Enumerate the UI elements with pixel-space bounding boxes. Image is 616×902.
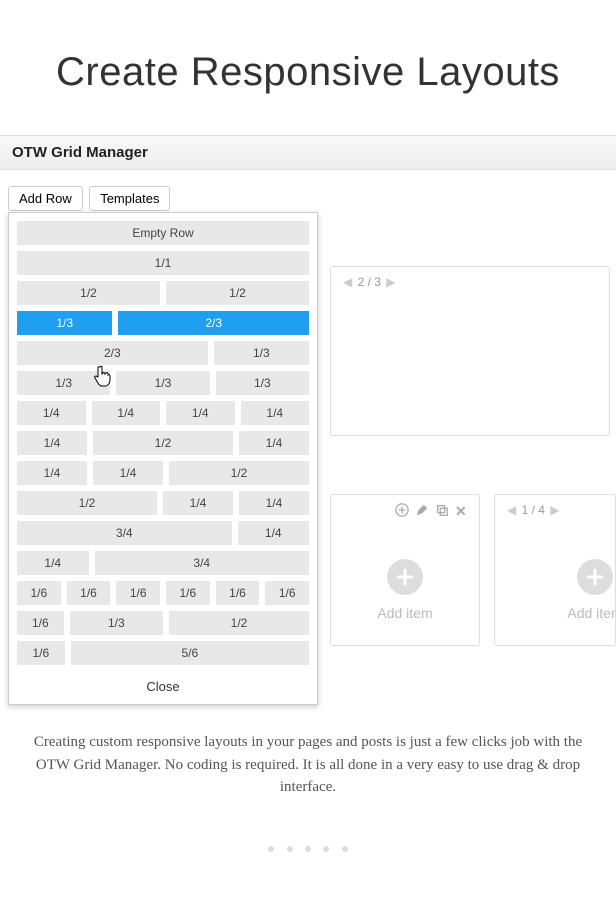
row-option-col[interactable]: 1/6 — [17, 581, 61, 605]
pencil-icon[interactable] — [415, 503, 429, 517]
add-item-button-2[interactable] — [577, 559, 613, 595]
row-option-col[interactable]: 1/4 — [241, 401, 310, 425]
row-option-col[interactable]: 1/3 — [17, 371, 110, 395]
row-option-col[interactable]: 1/6 — [17, 611, 64, 635]
add-row-dropdown: Empty Row 1/11/21/21/32/32/31/31/31/31/3… — [8, 212, 318, 705]
row-option-col[interactable]: 1/4 — [17, 401, 86, 425]
card-pager[interactable]: ◀ 2 / 3 ▶ — [341, 275, 398, 289]
dot[interactable] — [287, 846, 293, 852]
row-option-col[interactable]: 1/4 — [17, 461, 87, 485]
row-option-col[interactable]: 3/4 — [95, 551, 310, 575]
row-option-col[interactable]: 3/4 — [17, 521, 232, 545]
templates-tab[interactable]: Templates — [89, 186, 170, 211]
row-option-col[interactable]: 1/4 — [166, 401, 235, 425]
add-row-tab[interactable]: Add Row — [8, 186, 83, 211]
next-icon[interactable]: ▶ — [550, 503, 559, 517]
prev-icon[interactable]: ◀ — [343, 275, 352, 289]
prev-icon[interactable]: ◀ — [507, 503, 516, 517]
row-option-col[interactable]: 1/3 — [116, 371, 209, 395]
grid-card-1: ◀ 2 / 3 ▶ — [330, 266, 610, 436]
add-item-label-2: Add item — [567, 605, 616, 621]
copy-icon[interactable] — [435, 503, 449, 517]
carousel-dots[interactable] — [0, 839, 616, 857]
hero-title: Create Responsive Layouts — [0, 50, 616, 95]
dot[interactable] — [305, 846, 311, 852]
dot[interactable] — [342, 846, 348, 852]
row-option-col[interactable]: 2/3 — [17, 341, 208, 365]
row-option-col[interactable]: 1/4 — [92, 401, 161, 425]
plus-circle-icon[interactable] — [395, 503, 409, 517]
card-pager-2[interactable]: ◀ 1 / 4 ▶ — [505, 503, 562, 517]
row-option-col[interactable]: 1/3 — [214, 341, 309, 365]
close-button[interactable]: Close — [17, 671, 309, 696]
row-option-col[interactable]: 1/2 — [17, 281, 160, 305]
next-icon[interactable]: ▶ — [386, 275, 395, 289]
row-option-col[interactable]: 1/4 — [238, 521, 310, 545]
row-option-col[interactable]: 1/6 — [116, 581, 160, 605]
row-option-col[interactable]: 1/6 — [17, 641, 65, 665]
row-option-empty[interactable]: Empty Row — [17, 221, 309, 245]
pager-text: 2 / 3 — [358, 275, 381, 289]
dot[interactable] — [323, 846, 329, 852]
row-option-col[interactable]: 1/4 — [239, 431, 309, 455]
card-action-icons: ✕ — [395, 503, 469, 517]
row-option-col[interactable]: 2/3 — [118, 311, 309, 335]
panel-title: OTW Grid Manager — [0, 135, 616, 170]
row-option-col[interactable]: 1/2 — [17, 491, 157, 515]
row-option-col[interactable]: 1/2 — [166, 281, 309, 305]
row-option-col[interactable]: 1/3 — [17, 311, 112, 335]
row-option-col[interactable]: 1/4 — [93, 461, 163, 485]
grid-card-2: ◀ 1 / 4 ▶ Add item — [494, 494, 616, 646]
row-option-col[interactable]: 1/6 — [216, 581, 260, 605]
close-icon[interactable]: ✕ — [455, 503, 469, 517]
row-option-col[interactable]: 1/3 — [216, 371, 309, 395]
row-option-col[interactable]: 1/6 — [67, 581, 111, 605]
dot[interactable] — [268, 846, 274, 852]
row-option-col[interactable]: 1/2 — [169, 611, 309, 635]
row-option-col[interactable]: 1/4 — [163, 491, 233, 515]
row-option-col[interactable]: 1/2 — [169, 461, 309, 485]
row-option-col[interactable]: 5/6 — [71, 641, 309, 665]
pager-text: 1 / 4 — [522, 503, 545, 517]
row-option-col[interactable]: 1/1 — [17, 251, 309, 275]
add-item-label: Add item — [377, 605, 432, 621]
row-option-col[interactable]: 1/3 — [70, 611, 163, 635]
grid-card-additem: ✕ Add item — [330, 494, 480, 646]
row-option-col[interactable]: 1/6 — [265, 581, 309, 605]
row-option-col[interactable]: 1/4 — [239, 491, 309, 515]
add-item-button[interactable] — [387, 559, 423, 595]
row-option-col[interactable]: 1/4 — [17, 431, 87, 455]
description-text: Creating custom responsive layouts in yo… — [0, 711, 616, 819]
row-option-col[interactable]: 1/6 — [166, 581, 210, 605]
row-option-col[interactable]: 1/2 — [93, 431, 233, 455]
row-option-col[interactable]: 1/4 — [17, 551, 89, 575]
